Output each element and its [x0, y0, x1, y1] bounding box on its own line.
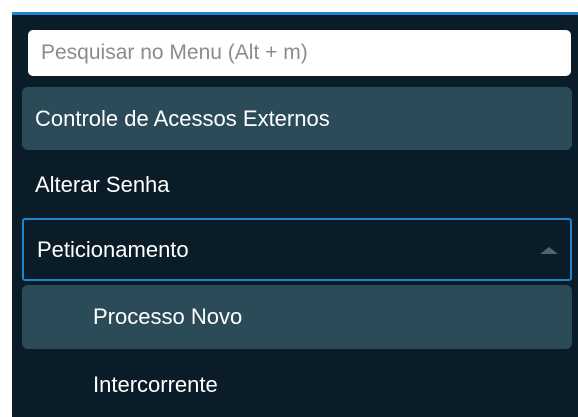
menu-item-alterar-senha[interactable]: Alterar Senha — [22, 154, 572, 216]
sidebar-menu: Controle de Acessos Externos Alterar Sen… — [12, 12, 578, 417]
menu-item-peticionamento[interactable]: Peticionamento — [22, 218, 572, 281]
menu-item-controle-acessos-externos[interactable]: Controle de Acessos Externos — [22, 87, 572, 150]
submenu-item-intercorrente[interactable]: Intercorrente — [22, 353, 572, 417]
menu-item-label: Peticionamento — [37, 236, 189, 262]
submenu-item-processo-novo[interactable]: Processo Novo — [22, 285, 572, 349]
submenu-item-label: Intercorrente — [93, 372, 218, 397]
menu-search-input[interactable] — [41, 30, 571, 76]
menu-search-box[interactable] — [28, 30, 571, 76]
submenu-item-label: Processo Novo — [93, 304, 243, 329]
menu-item-label: Controle de Acessos Externos — [35, 105, 330, 131]
menu-item-label: Alterar Senha — [35, 172, 170, 197]
caret-up-icon[interactable] — [540, 247, 558, 254]
